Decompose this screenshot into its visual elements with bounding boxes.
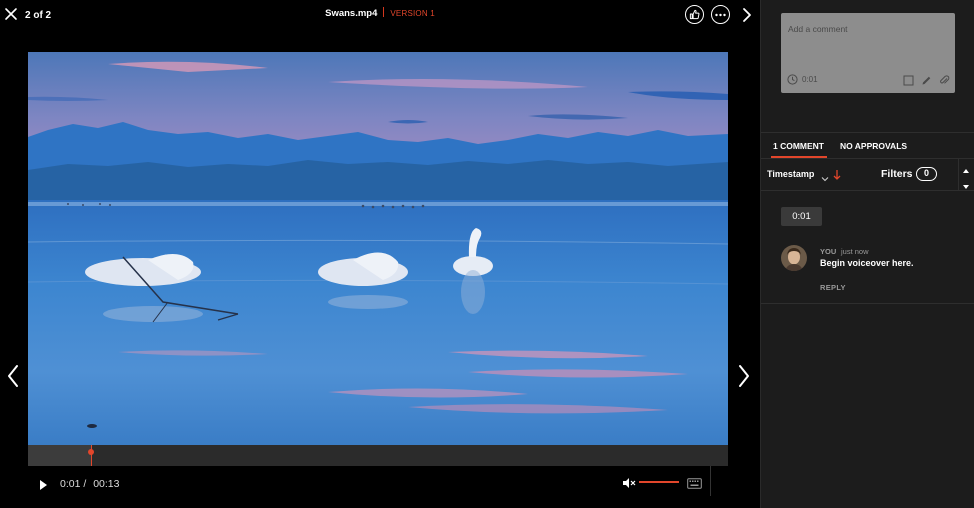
timeline-progress (28, 445, 91, 466)
controls-divider (710, 466, 711, 496)
triangle-up-icon[interactable] (962, 162, 970, 173)
comments-sidebar: 0:01 1 COMMENT NO APPROVALS Timestamp (760, 0, 974, 508)
sort-direction-arrow-icon[interactable] (833, 168, 841, 180)
speaker-muted-icon[interactable] (622, 476, 636, 488)
chevron-down-icon[interactable] (821, 170, 829, 182)
filter-bar: Timestamp Filters 0 (761, 159, 974, 191)
triangle-down-icon[interactable] (962, 178, 970, 189)
attachment-icon[interactable] (939, 73, 950, 84)
reply-button[interactable]: REPLY (820, 283, 846, 292)
avatar (781, 245, 807, 271)
next-asset-arrow[interactable] (737, 363, 751, 389)
sidebar-tabs: 1 COMMENT NO APPROVALS (761, 132, 974, 159)
viewer-top-bar: 2 of 2 Swans.mp4 VERSION 1 (0, 0, 760, 30)
comment-composer[interactable]: 0:01 (781, 13, 955, 93)
time-display: 0:01 / 00:13 (60, 478, 119, 490)
version-label[interactable]: VERSION 1 (390, 9, 434, 18)
tab-comments[interactable]: 1 COMMENT (773, 141, 824, 151)
filters-count-badge[interactable]: 0 (916, 167, 937, 181)
media-viewer: 2 of 2 Swans.mp4 VERSION 1 0:01 / 00:13 (0, 0, 760, 508)
clock-icon[interactable] (787, 72, 798, 85)
thumbs-up-icon (689, 9, 700, 20)
comment-text: Begin voiceover here. (820, 258, 914, 268)
approve-button[interactable] (685, 5, 704, 24)
checkbox-icon[interactable] (903, 73, 914, 86)
comment-time: just now (841, 247, 869, 256)
asset-title: Swans.mp4 VERSION 1 (0, 7, 760, 19)
timeline-scrubber[interactable] (28, 445, 728, 466)
composer-timestamp: 0:01 (802, 75, 818, 84)
comment-input[interactable] (788, 21, 948, 37)
current-time: 0:01 / (60, 478, 87, 490)
filter-bar-divider (958, 159, 959, 191)
sort-dropdown[interactable]: Timestamp (767, 169, 814, 179)
filters-button[interactable]: Filters (881, 168, 913, 180)
comment-author: YOU (820, 247, 837, 256)
review-app: 2 of 2 Swans.mp4 VERSION 1 0:01 / 00:13 … (0, 0, 974, 508)
comment-timestamp-badge[interactable]: 0:01 (781, 207, 822, 226)
player-controls: 0:01 / 00:13 (28, 466, 728, 502)
chevron-left-icon (6, 363, 20, 394)
pencil-icon[interactable] (921, 73, 932, 85)
duration: 00:13 (93, 478, 120, 490)
file-name: Swans.mp4 (325, 8, 378, 19)
keyboard-icon[interactable] (687, 476, 702, 489)
chevron-right-icon (737, 363, 751, 394)
comment-item[interactable]: 0:01 YOU just now Begin voiceover here. … (761, 191, 974, 304)
active-tab-indicator (771, 156, 827, 158)
title-divider (383, 7, 385, 17)
more-dots-icon (715, 13, 726, 17)
volume-slider[interactable] (639, 481, 679, 483)
play-icon[interactable] (38, 478, 48, 490)
video-frame[interactable] (28, 52, 728, 445)
previous-asset-arrow[interactable] (6, 363, 20, 389)
more-options-button[interactable] (711, 5, 730, 24)
comment-marker[interactable] (88, 449, 94, 455)
tab-approvals[interactable]: NO APPROVALS (840, 141, 907, 151)
chevron-right-icon[interactable] (741, 7, 753, 23)
